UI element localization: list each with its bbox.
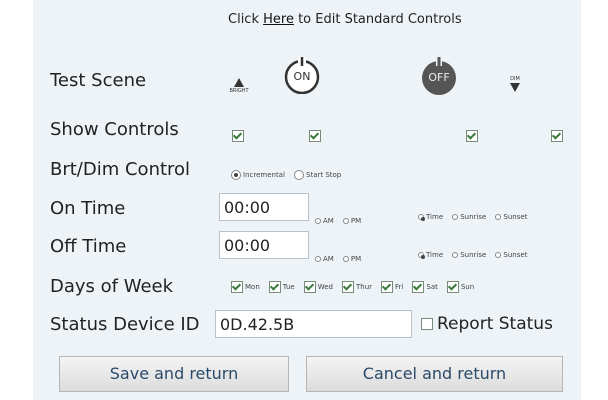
status-device-id-input[interactable]	[215, 310, 412, 338]
off-time-mode-label: Time	[426, 251, 444, 259]
bright-control[interactable]: BRIGHT	[229, 78, 249, 94]
day-tue[interactable]: Tue	[268, 281, 295, 293]
bright-label: BRIGHT	[229, 88, 249, 94]
day-sat[interactable]: Sat	[412, 281, 438, 293]
dim-label: DIM	[510, 76, 520, 82]
day-tue-label: Tue	[282, 283, 295, 291]
on-time-mode-sunset[interactable]: Sunset	[495, 213, 527, 221]
off-sunrise-radio[interactable]	[452, 252, 459, 258]
day-wed[interactable]: Wed	[303, 281, 333, 293]
on-time-label: On Time	[50, 198, 126, 219]
day-sun-checkbox[interactable]	[446, 281, 459, 293]
incremental-option[interactable]: Incremental	[231, 170, 285, 180]
off-sunset-radio[interactable]	[495, 252, 502, 258]
on-time-radio[interactable]	[418, 214, 425, 221]
day-sat-checkbox[interactable]	[412, 281, 425, 293]
bright-arrow-icon	[234, 78, 244, 87]
off-time-input[interactable]	[219, 231, 309, 259]
header-suffix: to Edit Standard Controls	[293, 12, 462, 27]
day-fri[interactable]: Fri	[381, 281, 403, 293]
off-time-mode-sunset[interactable]: Sunset	[495, 251, 527, 259]
on-sunrise-radio[interactable]	[452, 214, 459, 220]
on-am-option[interactable]: AM	[315, 217, 334, 225]
on-label: ON	[293, 70, 311, 83]
show-on-checkbox[interactable]	[309, 129, 322, 142]
report-status-checkbox[interactable]	[421, 318, 433, 330]
on-pm-label: PM	[350, 217, 362, 225]
on-time-mode-time[interactable]: Time	[418, 213, 443, 221]
start-stop-label: Start Stop	[306, 171, 342, 179]
on-sunset-radio[interactable]	[495, 214, 502, 220]
save-and-return-button[interactable]: Save and return	[59, 356, 289, 392]
cancel-and-return-button[interactable]: Cancel and return	[306, 356, 563, 392]
day-thur[interactable]: Thur	[342, 281, 372, 293]
days-of-week-options: Mon Tue Wed Thur Fri Sat Sun	[231, 281, 478, 293]
start-stop-radio[interactable]	[294, 170, 305, 180]
off-time-label: Off Time	[50, 236, 127, 257]
day-tue-checkbox[interactable]	[268, 281, 281, 293]
off-sunrise-label: Sunrise	[460, 251, 487, 259]
off-time-ampm: AM PM	[315, 247, 365, 266]
off-time-mode: Time Sunrise Sunset	[418, 243, 531, 262]
show-off-checkbox[interactable]	[466, 129, 479, 142]
on-am-radio[interactable]	[315, 218, 321, 224]
day-wed-label: Wed	[317, 283, 333, 291]
dim-arrow-icon	[510, 83, 520, 92]
incremental-radio[interactable]	[231, 170, 241, 180]
day-fri-checkbox[interactable]	[381, 281, 394, 293]
off-time-mode-time[interactable]: Time	[418, 251, 443, 259]
off-label: OFF	[428, 71, 450, 84]
test-scene-label: Test Scene	[50, 70, 147, 91]
off-time-mode-sunrise[interactable]: Sunrise	[452, 251, 486, 259]
day-mon[interactable]: Mon	[231, 281, 260, 293]
on-sunset-label: Sunset	[503, 213, 528, 221]
off-button[interactable]: OFF	[419, 56, 459, 96]
show-bright-checkbox[interactable]	[232, 129, 244, 142]
off-am-radio[interactable]	[315, 256, 321, 262]
show-controls-label: Show Controls	[50, 119, 179, 140]
report-status-label: Report Status	[437, 314, 553, 334]
header-prefix: Click	[228, 12, 264, 27]
day-mon-label: Mon	[245, 283, 260, 291]
start-stop-option[interactable]: Start Stop	[294, 170, 341, 180]
off-am-option[interactable]: AM	[315, 255, 334, 263]
day-thur-label: Thur	[356, 283, 373, 291]
dim-control[interactable]: DIM	[507, 76, 523, 92]
off-pm-radio[interactable]	[342, 256, 349, 262]
day-sun[interactable]: Sun	[446, 281, 475, 293]
on-time-mode-label: Time	[426, 213, 444, 221]
brt-dim-options: Incremental Start Stop	[231, 165, 345, 184]
show-dim-checkbox[interactable]	[551, 129, 564, 142]
day-wed-checkbox[interactable]	[303, 281, 316, 293]
on-time-input[interactable]	[219, 193, 309, 221]
off-pm-label: PM	[350, 255, 362, 263]
on-sunrise-label: Sunrise	[460, 213, 487, 221]
on-pm-option[interactable]: PM	[342, 217, 362, 225]
on-am-label: AM	[323, 217, 334, 225]
status-device-id-label: Status Device ID	[50, 314, 200, 335]
edit-controls-line: Click Here to Edit Standard Controls	[228, 12, 462, 27]
days-of-week-label: Days of Week	[50, 276, 174, 297]
on-pm-radio[interactable]	[342, 218, 349, 224]
edit-standard-controls-link[interactable]: Here	[263, 12, 294, 27]
brt-dim-control-label: Brt/Dim Control	[50, 159, 191, 180]
off-sunset-label: Sunset	[503, 251, 528, 259]
day-mon-checkbox[interactable]	[231, 281, 243, 293]
on-time-mode: Time Sunrise Sunset	[418, 205, 531, 224]
incremental-label: Incremental	[243, 171, 285, 179]
on-time-mode-sunrise[interactable]: Sunrise	[452, 213, 486, 221]
day-sun-label: Sun	[460, 283, 475, 291]
day-thur-checkbox[interactable]	[342, 281, 354, 293]
off-pm-option[interactable]: PM	[342, 255, 362, 263]
on-button[interactable]: ON	[283, 56, 321, 95]
on-time-ampm: AM PM	[315, 209, 365, 228]
day-sat-label: Sat	[426, 283, 438, 291]
report-status-option[interactable]: Report Status	[421, 314, 553, 334]
off-am-label: AM	[323, 255, 334, 263]
day-fri-label: Fri	[395, 283, 404, 291]
off-time-radio[interactable]	[418, 252, 425, 259]
